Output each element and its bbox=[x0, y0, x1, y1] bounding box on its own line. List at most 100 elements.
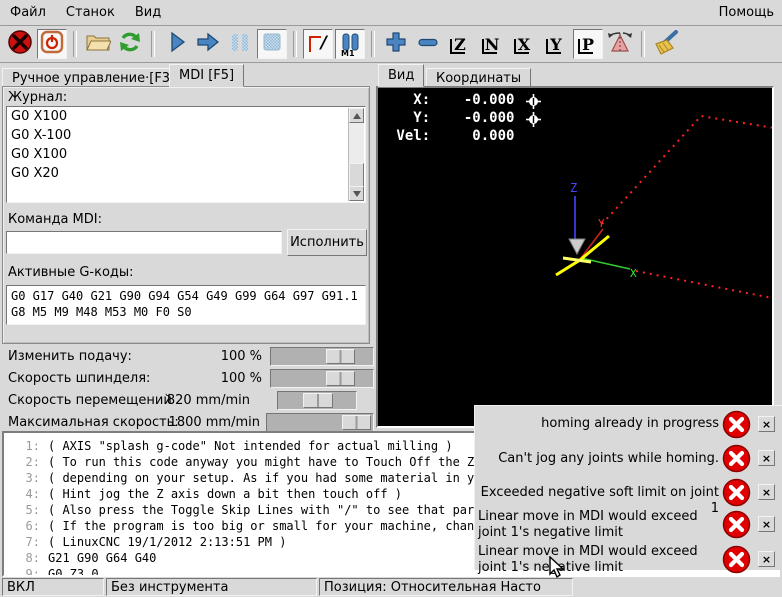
line-number: 7: bbox=[4, 534, 40, 550]
y-axis-label: Y bbox=[598, 217, 605, 230]
program-extents-path bbox=[602, 116, 772, 224]
line-number: 8: bbox=[4, 550, 40, 566]
feed-override-slider[interactable] bbox=[270, 347, 374, 366]
preview-canvas[interactable]: X: -0.000 Y: -0.000 Vel: 0.000 Z Y bbox=[376, 86, 774, 428]
toggle-optional-pause-m1-button[interactable]: M1 bbox=[335, 29, 365, 59]
reload-file-button[interactable] bbox=[115, 29, 145, 59]
m1-pause-icon: M1 bbox=[339, 32, 361, 56]
notification-close-button[interactable]: × bbox=[758, 551, 775, 567]
error-icon bbox=[722, 510, 751, 539]
pause-program-button[interactable] bbox=[225, 29, 255, 59]
zoom-out-button[interactable] bbox=[413, 29, 443, 59]
clear-plot-button[interactable] bbox=[651, 29, 681, 59]
view-x-button[interactable]: X bbox=[509, 29, 539, 59]
feed-override-value: 100 % bbox=[150, 349, 262, 364]
list-item[interactable]: G0 X100 bbox=[7, 107, 365, 126]
line-number: 6: bbox=[4, 518, 40, 534]
toolbar-separator bbox=[641, 31, 645, 57]
mdi-command-input[interactable] bbox=[6, 231, 282, 254]
menu-machine[interactable]: Станок bbox=[56, 1, 125, 24]
x-axis-label: X bbox=[630, 267, 637, 280]
reload-icon bbox=[117, 29, 143, 59]
notification-panel: homing already in progress × Can't jog a… bbox=[474, 405, 782, 570]
minus-icon bbox=[416, 30, 440, 58]
line-number: 3: bbox=[4, 470, 40, 486]
line-text: ( If the program is too big or small for… bbox=[48, 518, 474, 534]
toggle-skip-lines-button[interactable]: / bbox=[303, 29, 333, 59]
axis-bracket-mark bbox=[546, 39, 561, 54]
mdi-execute-button[interactable]: Исполнить bbox=[287, 229, 367, 256]
jog-speed-slider[interactable] bbox=[277, 391, 357, 410]
active-gcodes-box: G0 G17 G40 G21 G90 G94 G54 G49 G99 G64 G… bbox=[6, 285, 366, 325]
mdi-command-label: Команда MDI: bbox=[8, 212, 102, 227]
slider-handle[interactable] bbox=[326, 371, 355, 386]
statusbar: ВКЛ Без инструмента Позиция: Относительн… bbox=[0, 577, 782, 597]
step-line-button[interactable] bbox=[193, 29, 223, 59]
play-icon bbox=[164, 30, 188, 58]
notification-close-button[interactable]: × bbox=[758, 484, 775, 500]
notification-close-button[interactable]: × bbox=[758, 516, 775, 532]
feed-override-label: Изменить подачу: bbox=[8, 349, 132, 364]
spindle-override-label: Скорость шпинделя: bbox=[8, 371, 150, 386]
power-icon bbox=[40, 30, 64, 58]
x-axis-line bbox=[581, 258, 630, 269]
notification-close-button[interactable]: × bbox=[758, 450, 775, 466]
error-icon bbox=[722, 444, 751, 473]
slider-handle[interactable] bbox=[303, 393, 333, 408]
list-item[interactable]: G0 X-100 bbox=[7, 126, 365, 145]
tool-status-cell: Без инструмента bbox=[106, 578, 317, 596]
scroll-down-arrow-icon[interactable] bbox=[349, 186, 364, 201]
max-velocity-slider[interactable] bbox=[266, 413, 374, 432]
journal-scrollbar[interactable] bbox=[348, 108, 364, 201]
line-text: ( Also press the Toggle Skip Lines with … bbox=[48, 502, 474, 518]
tab-dro[interactable]: Координаты bbox=[426, 68, 531, 87]
machine-power-button[interactable] bbox=[37, 29, 67, 59]
broom-icon bbox=[652, 29, 680, 59]
slider-handle[interactable] bbox=[342, 415, 371, 430]
rotate-cone-icon bbox=[607, 29, 633, 59]
slider-handle[interactable] bbox=[326, 349, 355, 364]
tab-manual-control[interactable]: Ручное управление·[F3] bbox=[2, 68, 185, 87]
rotate-view-button[interactable] bbox=[605, 29, 635, 59]
journal-label: Журнал: bbox=[8, 90, 67, 105]
active-gcodes-line: G8 M5 M9 M48 M53 M0 F0 S0 bbox=[11, 304, 361, 320]
estop-button[interactable] bbox=[5, 29, 35, 59]
line-number: 2: bbox=[4, 454, 40, 470]
view-z-button[interactable]: Z bbox=[445, 29, 475, 59]
line-number: 1: bbox=[4, 438, 40, 454]
error-icon bbox=[722, 410, 751, 439]
pause-icon bbox=[229, 30, 251, 58]
menu-view[interactable]: Вид bbox=[125, 1, 171, 24]
axis-bracket-mark bbox=[450, 39, 465, 54]
view-p-button[interactable]: P bbox=[573, 29, 603, 59]
scroll-up-arrow-icon[interactable] bbox=[349, 108, 364, 123]
error-icon bbox=[722, 545, 751, 574]
stop-program-button[interactable] bbox=[257, 29, 287, 59]
view-y-button[interactable]: Y bbox=[541, 29, 571, 59]
tab-preview[interactable]: Вид bbox=[378, 64, 424, 87]
list-item[interactable]: G0 X20 bbox=[7, 164, 365, 183]
spindle-override-slider[interactable] bbox=[270, 369, 374, 388]
toolbar: / M1 Z N bbox=[0, 26, 782, 63]
program-extents-path bbox=[636, 271, 772, 300]
menu-file[interactable]: Файл bbox=[0, 1, 56, 24]
notification-close-button[interactable]: × bbox=[758, 416, 775, 432]
position-mode-cell: Позиция: Относительная Насто bbox=[319, 578, 573, 596]
toolbar-separator bbox=[371, 31, 375, 57]
z-axis-label: Z bbox=[570, 181, 577, 195]
tool-cone-icon bbox=[569, 239, 585, 254]
toolbar-separator bbox=[151, 31, 155, 57]
view-z-rotated-button[interactable]: N bbox=[477, 29, 507, 59]
estop-icon bbox=[7, 29, 33, 59]
axis-bracket-mark bbox=[482, 39, 497, 54]
plus-icon bbox=[384, 30, 408, 58]
list-item[interactable]: G0 X100 bbox=[7, 145, 365, 164]
zoom-in-button[interactable] bbox=[381, 29, 411, 59]
backplot-scene: Z Y X bbox=[378, 88, 772, 426]
mdi-history-list[interactable]: G0 X100 G0 X-100 G0 X100 G0 X20 bbox=[6, 106, 366, 203]
tab-mdi[interactable]: MDI [F5] bbox=[169, 64, 244, 87]
menu-help[interactable]: Помощь bbox=[711, 1, 782, 24]
open-file-button[interactable] bbox=[83, 29, 113, 59]
run-program-button[interactable] bbox=[161, 29, 191, 59]
line-text: G21 G90 G64 G40 bbox=[48, 550, 156, 566]
